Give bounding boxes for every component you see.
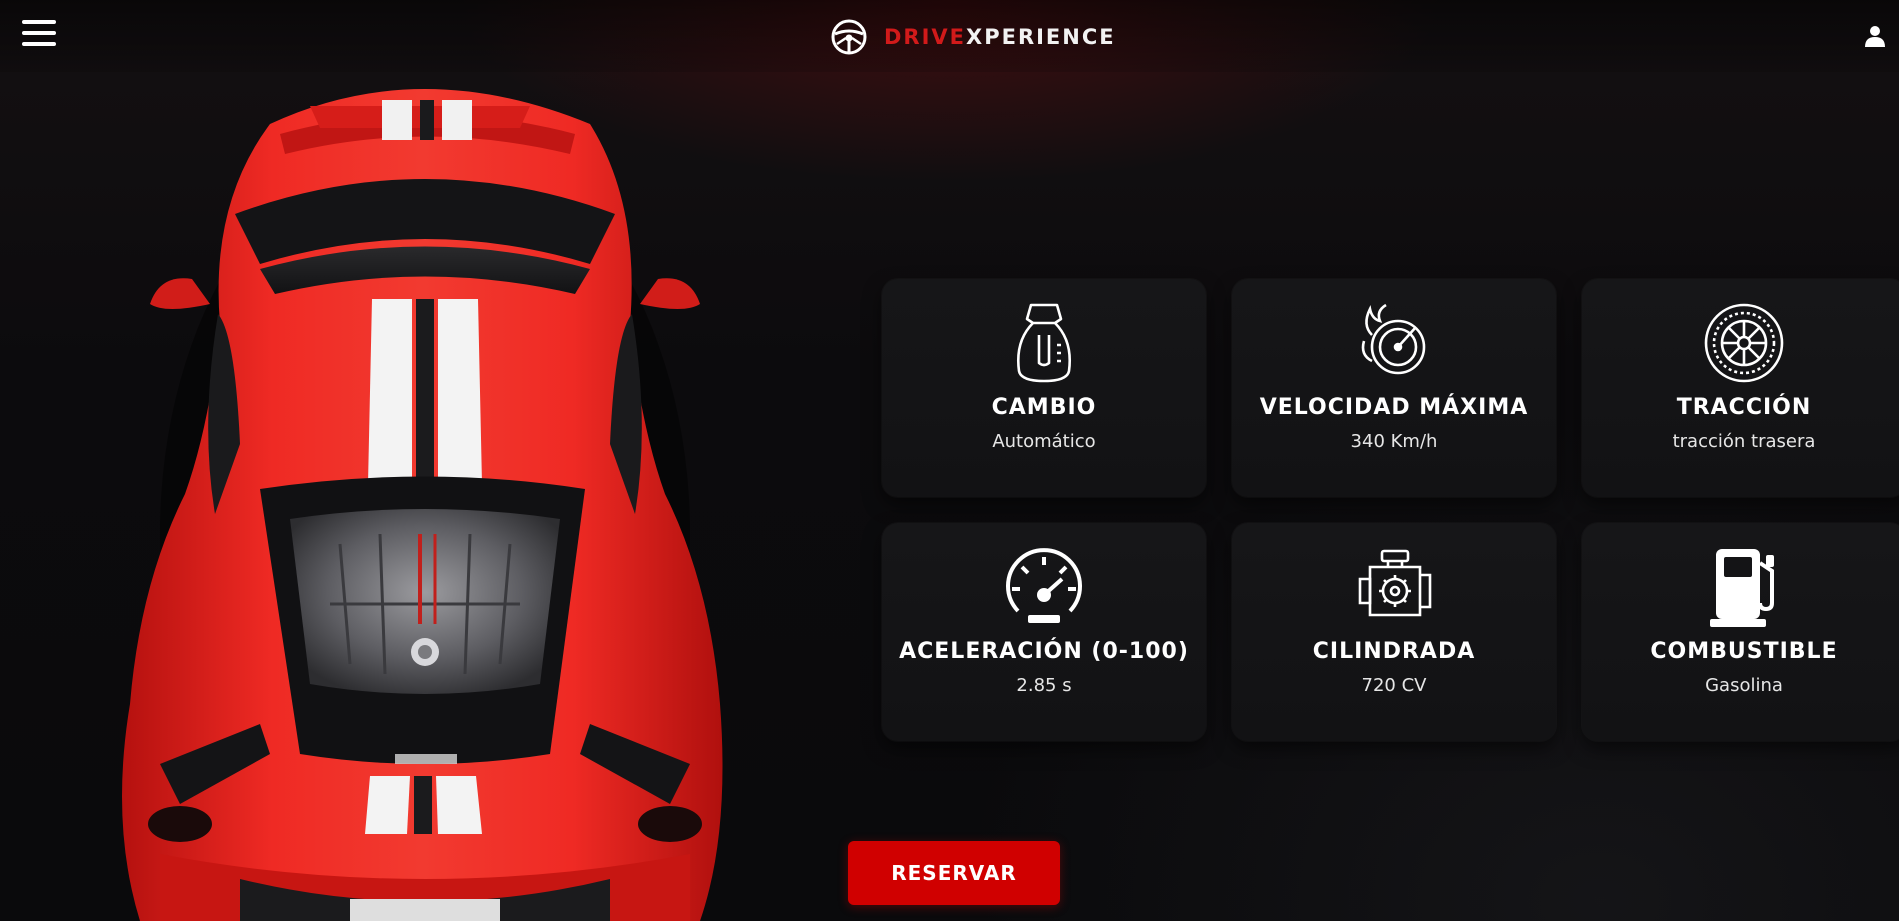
spec-value: tracción trasera	[1672, 431, 1816, 452]
wheel-icon	[1704, 303, 1784, 383]
steering-wheel-icon	[831, 19, 867, 55]
brand-logo[interactable]: DRIVEXPERIENCE	[830, 18, 1116, 56]
spec-label: TRACCIÓN	[1676, 395, 1812, 420]
spec-label: ACELERACIÓN (0-100)	[899, 639, 1189, 664]
brand-name: DRIVEXPERIENCE	[884, 25, 1116, 49]
spec-card-fuel: COMBUSTIBLE Gasolina	[1582, 523, 1899, 741]
hamburger-menu-icon[interactable]	[22, 20, 56, 52]
spec-value: 340 Km/h	[1350, 431, 1438, 452]
spec-card-transmission: CAMBIO Automático	[882, 279, 1206, 497]
spec-value: 2.85 s	[1016, 675, 1072, 696]
spec-card-displacement: CILINDRADA 720 CV	[1232, 523, 1556, 741]
spec-label: COMBUSTIBLE	[1650, 639, 1838, 664]
car-image	[120, 64, 730, 921]
gear-shift-icon	[1017, 303, 1071, 383]
spec-card-traction: TRACCIÓN tracción trasera	[1582, 279, 1899, 497]
spec-value: Gasolina	[1705, 675, 1783, 696]
engine-icon	[1358, 549, 1432, 617]
brand-name-drive: DRIVE	[884, 25, 967, 49]
speed-flame-icon	[1361, 303, 1426, 375]
fuel-pump-icon	[1710, 549, 1774, 627]
spec-card-top-speed: VELOCIDAD MÁXIMA 340 Km/h	[1232, 279, 1556, 497]
spec-label: CILINDRADA	[1312, 639, 1476, 664]
spec-card-acceleration: ACELERACIÓN (0-100) 2.85 s	[882, 523, 1206, 741]
spec-label: CAMBIO	[991, 395, 1097, 420]
spec-value: Automático	[992, 431, 1096, 452]
reserve-button[interactable]: RESERVAR	[848, 841, 1060, 905]
top-navigation-bar: DRIVEXPERIENCE	[0, 0, 1899, 72]
spec-label: VELOCIDAD MÁXIMA	[1259, 395, 1529, 420]
user-icon[interactable]	[1864, 24, 1886, 48]
spec-value: 720 CV	[1361, 675, 1427, 696]
car-detail-page: DRIVEXPERIENCE CAMBIO Automático VELOCID…	[0, 0, 1899, 921]
brand-name-xperience: XPERIENCE	[966, 25, 1116, 49]
speedometer-icon	[1006, 548, 1082, 623]
